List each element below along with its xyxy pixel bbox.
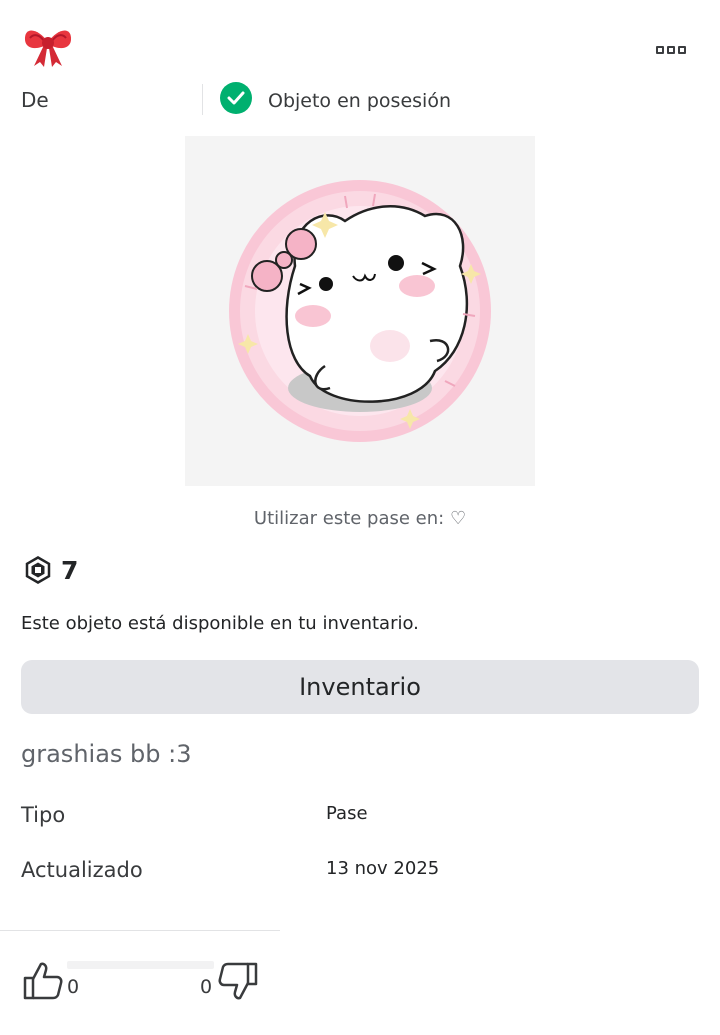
- more-options-button[interactable]: [656, 46, 686, 54]
- thumbs-up-icon[interactable]: [22, 960, 64, 1002]
- more-options-icon: [656, 46, 664, 54]
- more-options-icon-dot: [667, 46, 675, 54]
- availability-text: Este objeto está disponible en tu invent…: [21, 613, 419, 634]
- detail-value-updated: 13 nov 2025: [326, 858, 440, 879]
- owned-status: Objeto en posesión: [268, 90, 451, 112]
- vote-ratio-bar: [67, 961, 214, 969]
- thumbs-down-icon[interactable]: [217, 960, 259, 1002]
- price-value: 7: [61, 556, 79, 585]
- divider: [0, 930, 280, 931]
- bow-emoji-icon: [24, 30, 72, 67]
- detail-value-type: Pase: [326, 803, 368, 824]
- use-in-place-label: Utilizar este pase en: ♡: [253, 508, 467, 529]
- inventory-button[interactable]: Inventario: [21, 660, 699, 714]
- more-options-icon-dot: [678, 46, 686, 54]
- from-label: De: [21, 88, 49, 112]
- checkmark-icon: [220, 82, 252, 114]
- item-description: grashias bb :3: [21, 740, 192, 768]
- item-thumbnail: [185, 136, 535, 486]
- robux-icon: [25, 556, 51, 584]
- detail-label-updated: Actualizado: [21, 858, 143, 882]
- divider: [202, 84, 203, 115]
- downvote-count: 0: [200, 976, 213, 998]
- upvote-count: 0: [67, 976, 80, 998]
- detail-label-type: Tipo: [21, 803, 66, 827]
